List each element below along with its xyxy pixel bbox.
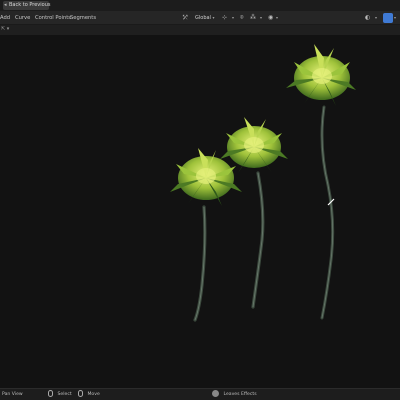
transform-orientation-dropdown[interactable]: Global ▾ xyxy=(195,13,215,23)
top-strip: ◂ Back to Previous xyxy=(0,0,400,11)
proportional-edit-icon[interactable]: ◉ xyxy=(268,13,273,23)
snap-target-icon[interactable]: ⁂ xyxy=(250,13,256,23)
status-effects-label: Leaves Effects xyxy=(223,392,257,397)
mouse-right-icon xyxy=(78,390,83,397)
effects-icon xyxy=(212,390,219,397)
chevron-down-icon[interactable]: ▾ xyxy=(232,13,234,23)
palm-tree[interactable] xyxy=(286,44,356,320)
status-effects: Leaves Effects xyxy=(212,389,257,400)
transform-orientation-icon[interactable]: ⤱ xyxy=(183,13,188,23)
palm-tree[interactable] xyxy=(170,148,242,322)
viewport-header: Add Curve Control Points Segments ⤱ Glob… xyxy=(0,11,400,25)
transform-orientation-label: Global xyxy=(195,15,211,21)
viewport-scene xyxy=(170,44,356,322)
status-move-label: Move xyxy=(87,392,100,397)
selection-mode-icon[interactable]: ⇱ ▾ xyxy=(1,26,9,32)
status-pan-view-label: Pan View xyxy=(2,392,23,397)
status-bar: Pan View Select Move Leaves Effects xyxy=(0,388,400,400)
back-to-previous-label: Back to Previous xyxy=(9,2,51,8)
snap-icon[interactable]: ⌾ xyxy=(240,13,244,23)
status-select-label: Select xyxy=(57,392,72,397)
chevron-down-icon[interactable]: ▾ xyxy=(260,13,262,23)
chevron-down-icon: ▾ xyxy=(212,15,215,20)
chevron-down-icon[interactable]: ▾ xyxy=(394,13,396,23)
status-select: Select xyxy=(48,389,72,400)
menu-segments[interactable]: Segments xyxy=(70,11,96,25)
overlays-icon[interactable]: ◐ xyxy=(365,13,370,23)
mouse-left-icon xyxy=(48,390,53,397)
chevron-down-icon[interactable]: ▾ xyxy=(276,13,278,23)
palm-tree[interactable] xyxy=(220,117,288,309)
status-pan-view: Pan View xyxy=(2,389,23,400)
back-arrow-icon: ◂ xyxy=(4,2,7,8)
menu-control-points[interactable]: Control Points xyxy=(35,11,71,25)
tool-subrow: ⇱ ▾ xyxy=(0,25,400,35)
status-move: Move xyxy=(78,389,100,400)
3d-viewport[interactable] xyxy=(0,35,400,387)
menu-curve[interactable]: Curve xyxy=(15,11,30,25)
pivot-point-icon[interactable]: ⊹ xyxy=(222,13,227,23)
xray-toggle-icon[interactable] xyxy=(383,13,393,23)
menu-add[interactable]: Add xyxy=(0,11,10,25)
chevron-down-icon[interactable]: ▾ xyxy=(375,13,377,23)
back-to-previous-button[interactable]: ◂ Back to Previous xyxy=(3,1,51,10)
